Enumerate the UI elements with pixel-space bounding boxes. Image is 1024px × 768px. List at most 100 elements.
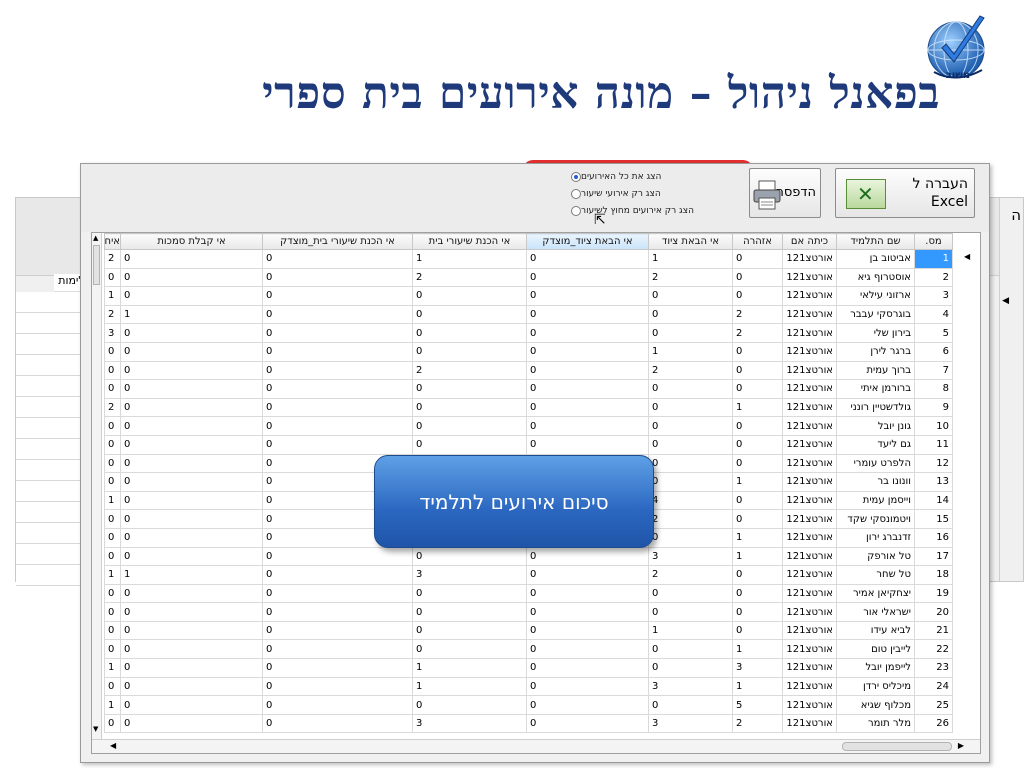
table-cell[interactable]: 0 [412,286,527,306]
table-row[interactable]: 6 ברגר לירן אורטצ121 0 1 0 0 0 0 0 [104,341,953,362]
table-cell[interactable]: 1 [648,249,733,269]
table-row[interactable]: 8 ברורמן איתי אורטצ121 0 0 0 0 0 0 0 [104,379,953,399]
table-cell[interactable]: 0 [526,249,649,269]
table-cell[interactable]: 3 [648,676,733,697]
table-row[interactable]: 18 טל שחר אורטצ121 0 2 0 3 0 1 1 [104,565,953,585]
table-cell[interactable]: 0 [120,341,263,362]
table-cell[interactable]: 0 [120,546,263,567]
table-cell[interactable]: 0 [526,304,649,325]
table-cell[interactable]: 0 [526,602,649,622]
table-cell[interactable]: 2 [412,267,527,288]
table-cell[interactable]: 0 [732,379,783,399]
table-cell[interactable]: 0 [732,341,783,362]
table-cell[interactable]: 3 [104,323,121,343]
table-row[interactable]: 24 מיכליס ירדן אורטצ121 1 3 0 1 0 0 0 [104,676,953,697]
table-cell[interactable]: אורטצ121 [782,341,837,362]
table-cell[interactable]: 0 [120,267,263,288]
table-cell[interactable]: אורטצ121 [782,527,837,548]
table-cell[interactable]: 0 [120,658,263,678]
table-row[interactable]: 23 לייפמן יובל אורטצ121 3 0 0 1 0 0 1 [104,658,953,678]
table-cell[interactable]: אורטצ121 [782,620,837,641]
table-cell[interactable]: 1 [104,286,121,306]
column-header[interactable]: אזהרה [732,233,783,250]
table-cell[interactable]: 0 [412,323,527,343]
table-cell[interactable]: 26 [914,713,953,734]
table-cell[interactable]: 0 [262,360,413,381]
table-cell[interactable]: 0 [648,602,733,622]
table-cell[interactable]: 0 [526,565,649,585]
table-cell[interactable]: 0 [412,434,527,455]
table-cell[interactable]: יצחקיאן אמיר [836,583,915,604]
table-cell[interactable]: אורטצ121 [782,249,837,269]
table-cell[interactable]: 0 [104,341,121,362]
table-cell[interactable]: 22 [914,639,953,660]
table-cell[interactable]: 0 [262,286,413,306]
table-cell[interactable]: 0 [648,304,733,325]
table-cell[interactable]: 25 [914,695,953,715]
table-cell[interactable]: 3 [648,546,733,567]
table-cell[interactable]: 1 [104,490,121,511]
table-cell[interactable]: 0 [104,453,121,474]
table-cell[interactable]: אביטוב בן [836,249,915,269]
table-cell[interactable]: 8 [914,379,953,399]
column-header[interactable]: כיתה אם [782,233,837,250]
table-cell[interactable]: 0 [262,658,413,678]
table-row[interactable]: 17 טל אורפק אורטצ121 1 3 0 0 0 0 0 [104,546,953,567]
table-cell[interactable]: ברוך עמית [836,360,915,381]
table-cell[interactable]: 0 [648,472,733,492]
table-cell[interactable]: 21 [914,620,953,641]
print-button[interactable]: הדפסה [749,168,821,218]
table-cell[interactable]: 0 [732,360,783,381]
table-cell[interactable]: 0 [120,286,263,306]
table-cell[interactable]: 2 [412,360,527,381]
table-cell[interactable]: אורטצ121 [782,434,837,455]
table-cell[interactable]: 0 [412,546,527,567]
table-cell[interactable]: לביא עידו [836,620,915,641]
table-cell[interactable]: 0 [262,379,413,399]
table-cell[interactable]: 0 [648,639,733,660]
table-cell[interactable]: מיכליס ירדן [836,676,915,697]
table-cell[interactable]: 3 [732,658,783,678]
table-cell[interactable]: 0 [120,583,263,604]
table-cell[interactable]: 0 [526,676,649,697]
table-row[interactable]: 9 גולדשטיין רונני אורטצ121 1 0 0 0 0 0 2 [104,397,953,418]
table-cell[interactable]: ברגר לירן [836,341,915,362]
table-cell[interactable]: 0 [104,639,121,660]
table-cell[interactable]: 9 [914,397,953,418]
table-cell[interactable]: 0 [120,434,263,455]
table-cell[interactable]: גם ליעד [836,434,915,455]
table-cell[interactable]: לייבין טום [836,639,915,660]
table-cell[interactable]: 1 [104,658,121,678]
table-cell[interactable]: טל אורפק [836,546,915,567]
table-cell[interactable]: אורטצ121 [782,323,837,343]
table-cell[interactable]: 0 [104,472,121,492]
table-cell[interactable]: 0 [262,397,413,418]
table-cell[interactable]: 0 [648,453,733,474]
table-cell[interactable]: 0 [412,304,527,325]
table-cell[interactable]: 0 [732,453,783,474]
table-cell[interactable]: 0 [732,249,783,269]
table-cell[interactable]: 0 [648,658,733,678]
scroll-down-icon[interactable]: ▼ [93,725,98,733]
table-row[interactable]: 21 לביא עידו אורטצ121 0 1 0 0 0 0 0 [104,620,953,641]
column-header[interactable]: אי הבאת ציוד [648,233,733,250]
filter-option-2[interactable]: הצג רק אירועי שיעור [567,185,737,202]
table-cell[interactable]: 0 [104,583,121,604]
table-cell[interactable]: בירון שלי [836,323,915,343]
table-cell[interactable]: אורטצ121 [782,639,837,660]
table-cell[interactable]: 0 [412,583,527,604]
table-cell[interactable]: 0 [120,416,263,436]
table-cell[interactable]: 0 [262,249,413,269]
table-cell[interactable]: 0 [120,509,263,529]
table-cell[interactable]: 2 [648,267,733,288]
table-cell[interactable]: 0 [120,695,263,715]
table-cell[interactable]: 0 [526,434,649,455]
table-cell[interactable]: 4 [648,490,733,511]
table-cell[interactable]: 1 [412,249,527,269]
table-cell[interactable]: 0 [732,490,783,511]
table-cell[interactable]: 2 [732,323,783,343]
table-cell[interactable]: אורטצ121 [782,453,837,474]
table-cell[interactable]: 1 [732,527,783,548]
table-cell[interactable]: הלפרט עומרי [836,453,915,474]
table-cell[interactable]: 2 [104,397,121,418]
